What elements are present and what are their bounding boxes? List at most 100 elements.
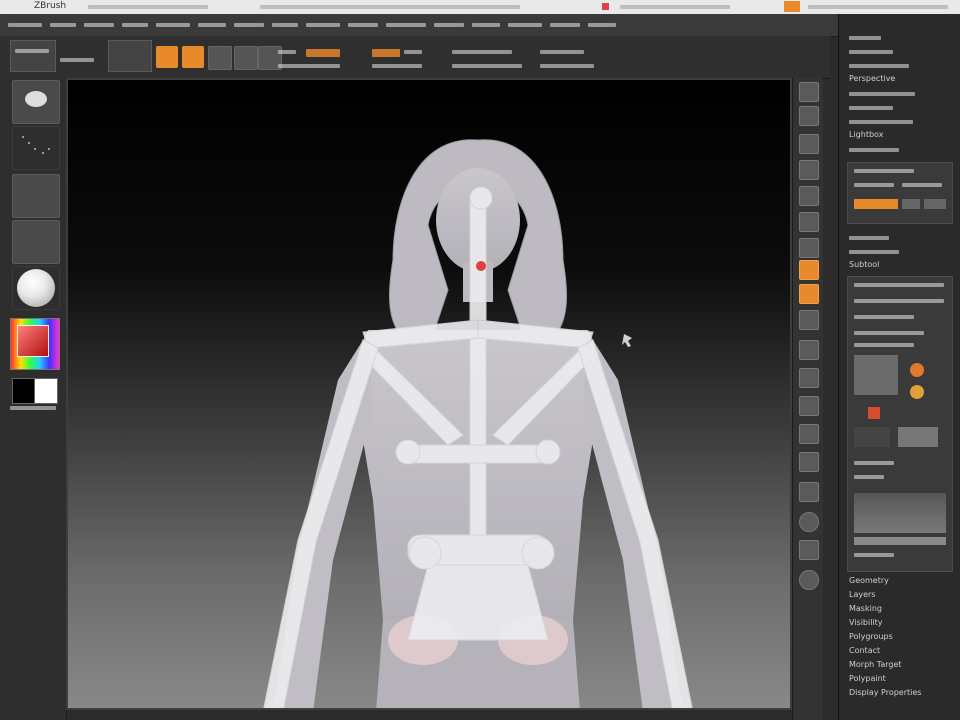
- stroke-slot[interactable]: [12, 126, 60, 170]
- menu-toggle-button[interactable]: [784, 1, 800, 12]
- subpanel-row-placeholder[interactable]: [902, 183, 942, 187]
- local-button[interactable]: [799, 284, 819, 304]
- tray-item-placeholder[interactable]: [849, 64, 909, 68]
- menu-item[interactable]: [234, 23, 264, 27]
- tray-label-lightbox[interactable]: Lightbox: [849, 130, 883, 139]
- tool-thumbnail[interactable]: [910, 363, 924, 377]
- menu-item[interactable]: [272, 23, 298, 27]
- subpanel-row-placeholder[interactable]: [854, 299, 944, 303]
- layer-slider[interactable]: [854, 537, 946, 545]
- record-icon[interactable]: [602, 3, 609, 10]
- menu-item[interactable]: [472, 23, 500, 27]
- zoom3d-button[interactable]: [799, 396, 819, 416]
- menu-item[interactable]: [8, 23, 42, 27]
- menu-item[interactable]: [156, 23, 190, 27]
- rotate-view-button[interactable]: [799, 424, 819, 444]
- brush-slot[interactable]: [12, 80, 60, 124]
- menu-item[interactable]: [122, 23, 148, 27]
- move-button[interactable]: [208, 46, 232, 70]
- subpanel-row-placeholder[interactable]: [854, 283, 944, 287]
- tool-thumbnail[interactable]: [854, 355, 898, 395]
- tray-label-layers[interactable]: Layers: [849, 590, 875, 599]
- model-viewport[interactable]: [68, 80, 792, 710]
- subpanel-button[interactable]: [924, 199, 946, 209]
- zadd-button[interactable]: [372, 49, 400, 57]
- tray-label-subtool[interactable]: Subtool: [849, 260, 879, 269]
- quick-sketch-button[interactable]: [108, 40, 152, 72]
- subpanel-row-placeholder[interactable]: [854, 475, 884, 479]
- menu-item[interactable]: [434, 23, 464, 27]
- tray-item-placeholder[interactable]: [849, 250, 899, 254]
- subpanel-orange-button[interactable]: [854, 199, 898, 209]
- tool-thumbnail[interactable]: [910, 385, 924, 399]
- menu-item[interactable]: [84, 23, 114, 27]
- draw-button[interactable]: [182, 46, 204, 68]
- subpanel-row-placeholder[interactable]: [854, 553, 894, 557]
- floor-button[interactable]: [799, 260, 819, 280]
- actual-button[interactable]: [799, 186, 819, 206]
- tray-item-placeholder[interactable]: [849, 106, 893, 110]
- tray-item-placeholder[interactable]: [849, 92, 915, 96]
- tray-item-placeholder[interactable]: [849, 50, 893, 54]
- tray-label-visibility[interactable]: Visibility: [849, 618, 883, 627]
- subpanel-row-placeholder[interactable]: [854, 183, 894, 187]
- xpose-button[interactable]: [799, 570, 819, 590]
- subpanel-row-placeholder[interactable]: [854, 343, 914, 347]
- subpanel-row-placeholder[interactable]: [854, 169, 914, 173]
- menu-item[interactable]: [50, 23, 76, 27]
- lightbox-label-placeholder[interactable]: [60, 58, 94, 62]
- scroll-button[interactable]: [799, 134, 819, 154]
- menu-item[interactable]: [386, 23, 426, 27]
- neck-joint-marker[interactable]: [476, 261, 486, 271]
- aahalf-button[interactable]: [799, 212, 819, 232]
- subpanel-button[interactable]: [902, 199, 920, 209]
- spix-button[interactable]: [799, 106, 819, 126]
- tray-item-placeholder[interactable]: [849, 148, 899, 152]
- edit-button[interactable]: [156, 46, 178, 68]
- primary-color[interactable]: [12, 378, 36, 404]
- tool-thumbnail[interactable]: [854, 427, 890, 447]
- menu-item[interactable]: [306, 23, 340, 27]
- ghost-button[interactable]: [799, 512, 819, 532]
- subpanel-row-placeholder[interactable]: [854, 461, 894, 465]
- layer-preview[interactable]: [854, 493, 946, 533]
- tool-thumbnail[interactable]: [868, 407, 880, 419]
- tray-label-morph-target[interactable]: Morph Target: [849, 660, 902, 669]
- bpr-button[interactable]: [799, 82, 819, 102]
- subpanel-row-placeholder[interactable]: [854, 331, 924, 335]
- rgb-intensity-slider[interactable]: [306, 49, 340, 57]
- tray-label-display-properties[interactable]: Display Properties: [849, 688, 921, 697]
- persp-button[interactable]: [799, 238, 819, 258]
- zsub-label-placeholder[interactable]: [404, 50, 422, 54]
- subpanel-row-placeholder[interactable]: [854, 315, 914, 319]
- projection-master-button[interactable]: [10, 40, 56, 72]
- zoom-button[interactable]: [799, 160, 819, 180]
- tray-item-placeholder[interactable]: [849, 236, 889, 240]
- texture-slot[interactable]: [12, 220, 60, 264]
- tray-label-polygroups[interactable]: Polygroups: [849, 632, 893, 641]
- move-view-button[interactable]: [799, 368, 819, 388]
- material-slot[interactable]: [12, 266, 60, 310]
- color-picker-icon[interactable]: [10, 318, 60, 370]
- document-canvas[interactable]: [66, 78, 792, 710]
- menu-item[interactable]: [198, 23, 226, 27]
- tray-label-perspective[interactable]: Perspective: [849, 74, 895, 83]
- solo-button[interactable]: [799, 540, 819, 560]
- menu-item[interactable]: [550, 23, 580, 27]
- tray-label-masking[interactable]: Masking: [849, 604, 882, 613]
- secondary-color[interactable]: [34, 378, 58, 404]
- tray-label-geometry[interactable]: Geometry: [849, 576, 889, 585]
- tray-label-polypaint[interactable]: Polypaint: [849, 674, 886, 683]
- scale-button[interactable]: [234, 46, 258, 70]
- polyf-button[interactable]: [799, 452, 819, 472]
- tool-thumbnail[interactable]: [898, 427, 938, 447]
- menu-item[interactable]: [348, 23, 378, 27]
- xyz-button[interactable]: [799, 310, 819, 330]
- alpha-slot[interactable]: [12, 174, 60, 218]
- menu-item[interactable]: [508, 23, 542, 27]
- menu-item[interactable]: [588, 23, 616, 27]
- tray-item-placeholder[interactable]: [849, 120, 913, 124]
- transp-button[interactable]: [799, 482, 819, 502]
- tray-label-contact[interactable]: Contact: [849, 646, 880, 655]
- frame-button[interactable]: [799, 340, 819, 360]
